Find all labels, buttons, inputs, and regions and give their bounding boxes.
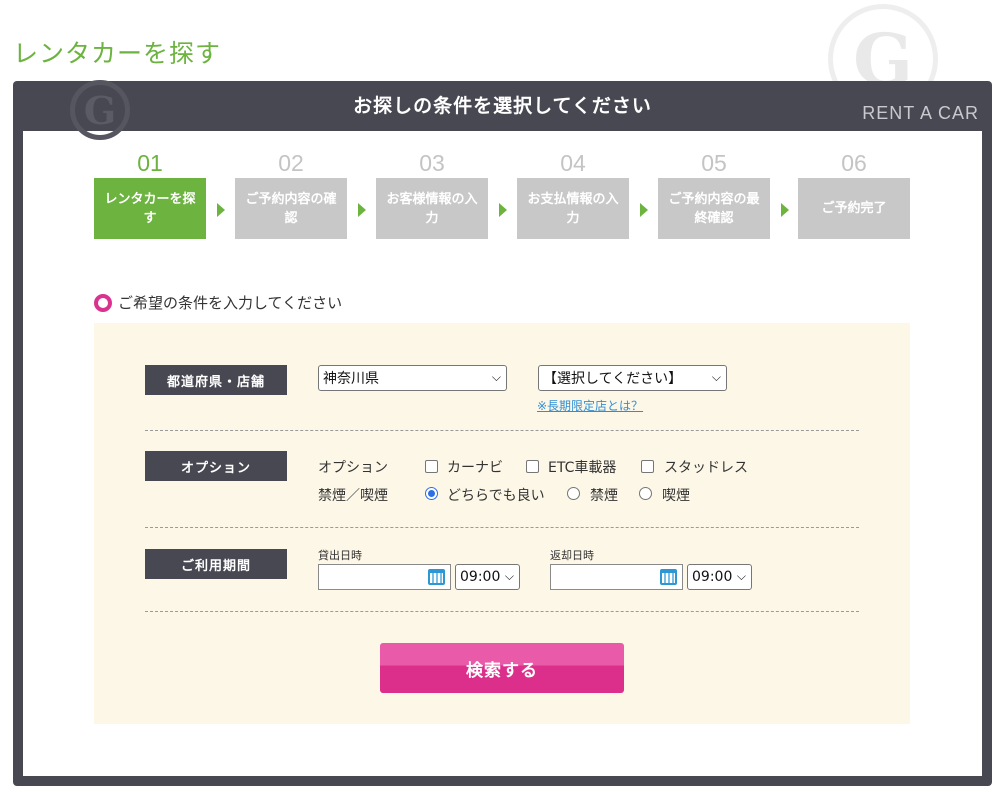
smoking-label[interactable]: 喫煙	[662, 485, 690, 505]
section-heading: ご希望の条件を入力してください	[94, 292, 342, 313]
return-time-value: 09:00	[692, 569, 733, 585]
frame-subtitle: RENT A CAR	[862, 103, 979, 123]
step-04: 04 お支払情報の入力	[517, 148, 629, 239]
store-select[interactable]: 【選択してください】 ⌵	[538, 365, 727, 391]
step-label: お客様情報の入力	[376, 178, 488, 239]
ring-bullet-icon	[94, 293, 112, 312]
etc-checkbox[interactable]	[526, 460, 539, 473]
smoking-caption: 禁煙／喫煙	[318, 488, 388, 504]
step-arrow-icon	[499, 203, 507, 217]
prefecture-select-value: 神奈川県	[323, 371, 379, 387]
pickup-date-input[interactable]	[318, 564, 451, 590]
prefecture-select[interactable]: 神奈川県 ⌵	[318, 365, 507, 391]
non-smoking-label[interactable]: 禁煙	[590, 485, 618, 505]
step-label: お支払情報の入力	[517, 178, 629, 239]
etc-label[interactable]: ETC車載器	[548, 457, 616, 477]
search-conditions-panel: 都道府県・店舗 神奈川県 ⌵ 【選択してください】 ⌵ ※長期限定店とは？ オプ…	[94, 323, 910, 724]
return-date-input[interactable]	[550, 564, 683, 590]
step-03: 03 お客様情報の入力	[376, 148, 488, 239]
step-label: ご予約内容の最終確認	[658, 178, 770, 239]
rental-period-label: ご利用期間	[145, 549, 287, 579]
option-label: オプション	[145, 451, 287, 481]
step-label: ご予約内容の確認	[235, 178, 347, 239]
step-arrow-icon	[217, 203, 225, 217]
step-arrow-icon	[781, 203, 789, 217]
step-arrow-icon	[358, 203, 366, 217]
chevron-down-icon: ⌵	[736, 569, 746, 583]
step-number: 01	[137, 150, 163, 176]
step-label: ご予約完了	[798, 178, 910, 239]
step-number: 02	[278, 150, 304, 176]
step-01: 01 レンタカーを探す	[94, 148, 206, 239]
calendar-icon[interactable]	[660, 569, 677, 585]
pickup-label: 貸出日時	[318, 549, 362, 562]
chevron-down-icon: ⌵	[491, 370, 501, 384]
smoking-either-radio[interactable]	[425, 487, 438, 500]
frame-title: お探しの条件を選択してください	[353, 95, 652, 117]
smoking-radio[interactable]	[639, 487, 652, 500]
divider	[145, 430, 859, 431]
guts-logo-watermark-small: G	[70, 80, 130, 140]
page-title: レンタカーを探す	[13, 39, 222, 68]
pickup-time-select[interactable]: 09:00 ⌵	[455, 564, 520, 590]
section-heading-text: ご希望の条件を入力してください	[118, 294, 343, 312]
search-button[interactable]: 検索する	[380, 643, 624, 693]
step-05: 05 ご予約内容の最終確認	[658, 148, 770, 239]
chevron-down-icon: ⌵	[711, 370, 721, 384]
return-time-select[interactable]: 09:00 ⌵	[687, 564, 752, 590]
step-label: レンタカーを探す	[94, 178, 206, 239]
step-arrow-icon	[640, 203, 648, 217]
car-navi-checkbox[interactable]	[425, 460, 438, 473]
step-06: 06 ご予約完了	[798, 148, 910, 239]
step-number: 05	[701, 150, 727, 176]
step-number: 04	[560, 150, 586, 176]
divider	[145, 611, 859, 612]
chevron-down-icon: ⌵	[504, 569, 514, 583]
studless-checkbox[interactable]	[641, 460, 654, 473]
step-number: 03	[419, 150, 445, 176]
step-number: 06	[841, 150, 867, 176]
long-term-store-link[interactable]: ※長期限定店とは？	[537, 397, 643, 414]
smoking-either-label[interactable]: どちらでも良い	[447, 485, 545, 505]
calendar-icon[interactable]	[428, 569, 445, 585]
options-caption: オプション	[318, 460, 388, 476]
non-smoking-radio[interactable]	[567, 487, 580, 500]
pickup-time-value: 09:00	[460, 569, 501, 585]
car-navi-label[interactable]: カーナビ	[447, 457, 503, 477]
prefecture-store-label: 都道府県・店舗	[145, 365, 287, 395]
step-02: 02 ご予約内容の確認	[235, 148, 347, 239]
studless-label[interactable]: スタッドレス	[664, 457, 748, 477]
store-select-value: 【選択してください】	[543, 371, 683, 387]
return-label: 返却日時	[550, 549, 594, 562]
divider	[145, 527, 859, 528]
